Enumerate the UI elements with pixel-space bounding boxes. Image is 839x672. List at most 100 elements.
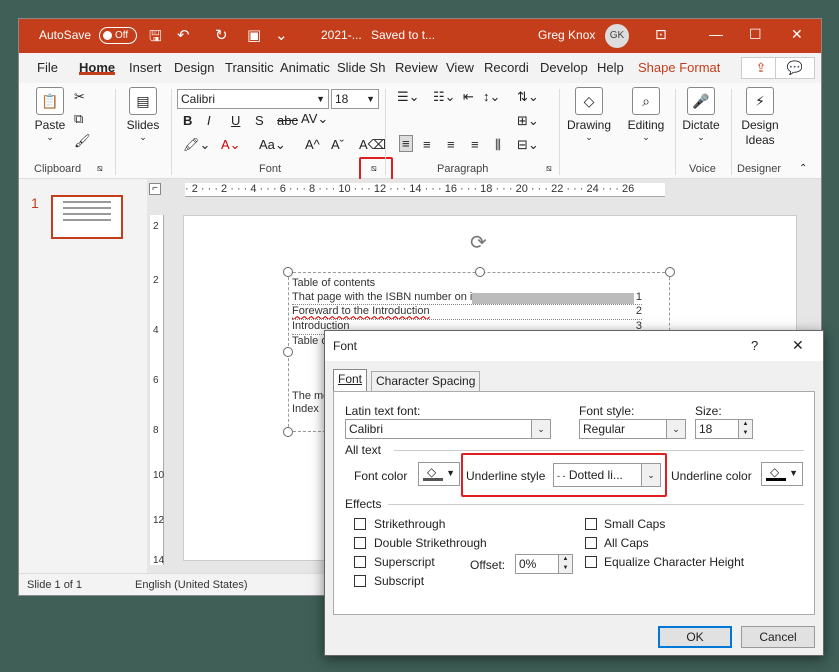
resize-handle[interactable] (283, 267, 293, 277)
language-status[interactable]: English (United States) (135, 579, 248, 591)
small-caps-label[interactable]: Small Caps (604, 517, 665, 531)
font-style-select[interactable]: Regular ⌄ (579, 419, 686, 439)
font-color-icon[interactable]: A⌄ (221, 137, 241, 153)
all-caps-checkbox[interactable] (585, 537, 597, 549)
tab-transitions[interactable]: Transitic (225, 60, 275, 75)
drawing-button[interactable]: ◇ Drawing ⌄ (565, 87, 613, 143)
chevron-down-icon[interactable]: ⌄ (641, 463, 661, 487)
character-spacing-icon[interactable]: AV⌄ (301, 111, 328, 127)
tab-selector-icon[interactable]: ⌐ (149, 183, 161, 195)
clipboard-launcher-icon[interactable]: ⧅ (97, 163, 103, 174)
bullets-icon[interactable]: ☰⌄ (397, 89, 420, 105)
strikethrough-icon[interactable]: abc (277, 113, 298, 128)
smartart-icon[interactable]: ⊟⌄ (517, 137, 539, 153)
change-case-icon[interactable]: Aa⌄ (259, 137, 286, 153)
paste-button[interactable]: 📋 Paste ⌄ (31, 87, 69, 143)
help-icon[interactable]: ? (751, 338, 758, 353)
strikethrough-checkbox[interactable] (354, 518, 366, 530)
undo-icon[interactable]: ↶ (177, 26, 190, 44)
italic-icon[interactable]: I (207, 113, 211, 128)
spin-arrows-icon[interactable]: ▲ ▼ (558, 555, 572, 573)
subscript-label[interactable]: Subscript (374, 574, 424, 588)
collapse-ribbon-icon[interactable]: ⌃ (799, 163, 807, 174)
slide-thumbnail[interactable] (51, 195, 123, 239)
ok-button[interactable]: OK (658, 626, 732, 648)
superscript-label[interactable]: Superscript (374, 555, 435, 569)
tab-insert[interactable]: Insert (129, 60, 162, 75)
columns-icon[interactable]: ⫼ (495, 137, 501, 153)
tab-file[interactable]: File (37, 60, 58, 75)
increase-font-icon[interactable]: A^ (305, 137, 320, 152)
horizontal-ruler[interactable]: · 2 · · · 2 · · · 4 · · · 6 · · · 8 · · … (185, 183, 665, 197)
bold-icon[interactable]: B (183, 113, 192, 128)
font-color-button[interactable]: ◇ ▼ (418, 462, 460, 486)
align-left-icon[interactable]: ≡ (399, 135, 413, 152)
highlight-icon[interactable]: 🖍⌄ (183, 137, 210, 153)
save-status[interactable]: Saved to t... (371, 28, 435, 42)
underline-style-select[interactable]: - - Dotted li... ⌄ (553, 463, 661, 487)
shadow-icon[interactable]: S (255, 113, 264, 128)
tab-character-spacing[interactable]: Character Spacing (371, 371, 481, 392)
chevron-down-icon[interactable]: ▼ (366, 90, 375, 108)
all-caps-label[interactable]: All Caps (604, 536, 649, 550)
double-strikethrough-label[interactable]: Double Strikethrough (374, 536, 487, 550)
numbering-icon[interactable]: ☷⌄ (433, 89, 456, 105)
resize-handle[interactable] (475, 267, 485, 277)
maximize-icon[interactable]: ☐ (749, 26, 762, 43)
rotate-handle-icon[interactable]: ⟳ (470, 230, 487, 255)
paragraph-launcher-icon[interactable]: ⧅ (546, 163, 552, 174)
tab-home[interactable]: Home (79, 60, 116, 75)
align-right-icon[interactable]: ≡ (447, 137, 455, 152)
tab-view[interactable]: View (446, 60, 474, 75)
font-name-combo[interactable]: Calibri ▼ (177, 89, 329, 109)
redo-icon[interactable]: ↻ (215, 26, 228, 44)
vertical-ruler[interactable]: 2 2 4 6 8 10 12 14 (150, 215, 164, 566)
close-icon[interactable]: ✕ (792, 337, 804, 354)
superscript-checkbox[interactable] (354, 556, 366, 568)
avatar[interactable]: GK (605, 24, 629, 48)
tab-shape-format[interactable]: Shape Format (638, 60, 720, 75)
double-strikethrough-checkbox[interactable] (354, 537, 366, 549)
decrease-font-icon[interactable]: Aˇ (331, 137, 344, 152)
autosave-toggle[interactable]: Off (99, 27, 137, 44)
format-painter-icon[interactable]: 🖌 (74, 133, 91, 149)
tab-font[interactable]: Font (333, 369, 368, 392)
justify-icon[interactable]: ≡ (471, 137, 479, 152)
close-icon[interactable]: ✕ (791, 26, 803, 43)
comments-icon[interactable]: 💬 (775, 57, 815, 79)
align-text-icon[interactable]: ⊞⌄ (517, 113, 539, 129)
chevron-down-icon[interactable]: ⌄ (666, 419, 686, 439)
cancel-button[interactable]: Cancel (741, 626, 815, 648)
tab-developer[interactable]: Develop (540, 60, 588, 75)
latin-font-select[interactable]: Calibri ⌄ (345, 419, 551, 439)
dictate-button[interactable]: 🎤 Dictate ⌄ (679, 87, 723, 143)
tab-animations[interactable]: Animatic (280, 60, 330, 75)
subscript-checkbox[interactable] (354, 575, 366, 587)
present-icon[interactable]: ▣ (247, 26, 261, 44)
slides-button[interactable]: ▤ Slides ⌄ (123, 87, 163, 143)
size-stepper[interactable]: 18 ▲ ▼ (695, 419, 753, 439)
clear-formatting-icon[interactable]: A⌫ (359, 137, 386, 153)
font-size-combo[interactable]: 18 ▼ (331, 89, 379, 109)
equalize-height-checkbox[interactable] (585, 556, 597, 568)
tab-review[interactable]: Review (395, 60, 438, 75)
align-center-icon[interactable]: ≡ (423, 137, 431, 152)
copy-icon[interactable]: ⧉ (74, 111, 83, 127)
line-spacing-icon[interactable]: ↕⌄ (483, 89, 500, 105)
offset-stepper[interactable]: 0% ▲ ▼ (515, 554, 573, 574)
tab-design[interactable]: Design (174, 60, 214, 75)
decrease-indent-icon[interactable]: ⇤ (463, 89, 474, 105)
strikethrough-label[interactable]: Strikethrough (374, 517, 445, 531)
minimize-icon[interactable]: — (709, 26, 723, 42)
ribbon-display-icon[interactable]: ⊡ (655, 26, 667, 43)
chevron-down-icon[interactable]: ▼ (316, 90, 325, 108)
tab-slide-show[interactable]: Slide Sh (337, 60, 385, 75)
customize-qat-icon[interactable]: ⌄ (275, 26, 288, 44)
text-direction-icon[interactable]: ⇅⌄ (517, 89, 539, 105)
resize-handle[interactable] (283, 427, 293, 437)
save-icon[interactable]: 🖫 (149, 26, 162, 51)
chevron-down-icon[interactable]: ⌄ (531, 419, 551, 439)
equalize-height-label[interactable]: Equalize Character Height (604, 555, 744, 569)
resize-handle[interactable] (665, 267, 675, 277)
small-caps-checkbox[interactable] (585, 518, 597, 530)
